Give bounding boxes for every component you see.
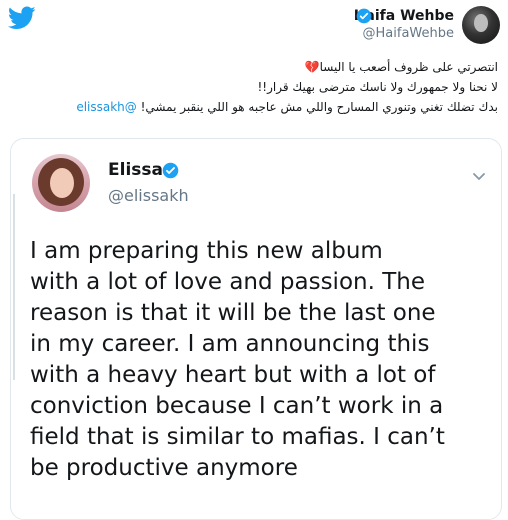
quoted-text-line: conviction because I can’t work in a: [30, 393, 444, 419]
verified-badge-icon: [162, 162, 179, 179]
twitter-bird-icon: [8, 6, 36, 29]
quoted-tweet-body: I am preparing this new album with a lot…: [30, 236, 500, 484]
quoted-text-line: field that is similar to mafias. I can’t: [30, 424, 445, 450]
quoted-text-line: with a heavy heart but with a lot of: [30, 362, 436, 388]
thread-line: [13, 194, 15, 380]
tweet-text-line: لا نحنا ولا جمهورك ولا ناسك مترضى بهيك ق…: [257, 80, 498, 94]
tweet-text: بدك تضلك تغني وتنوري المسارح واللي مش عا…: [140, 100, 498, 114]
avatar[interactable]: [462, 6, 500, 44]
tweet-text-line: انتصرتي على ظروف أصعب يا اليسا💔: [304, 60, 498, 74]
tweet-text-line: بدك تضلك تغني وتنوري المسارح واللي مش عا…: [76, 100, 498, 114]
chevron-down-icon[interactable]: [472, 172, 486, 182]
quoted-avatar[interactable]: [32, 154, 90, 212]
quoted-author-name[interactable]: Elissa: [108, 160, 163, 180]
quoted-text-line: I am preparing this new album: [30, 238, 383, 264]
quoted-text-line: with a lot of love and passion. The: [30, 269, 425, 295]
mention-link[interactable]: @elissakh: [76, 100, 136, 114]
verified-badge-icon: [356, 8, 372, 24]
quoted-author-handle[interactable]: @elissakh: [108, 186, 189, 205]
quoted-text-line: be productive anymore: [30, 455, 298, 481]
quoted-text-line: in my career. I am announcing this: [30, 331, 430, 357]
author-handle[interactable]: @HaifaWehbe: [363, 26, 454, 41]
quoted-text-line: reason is that it will be the last one: [30, 300, 436, 326]
